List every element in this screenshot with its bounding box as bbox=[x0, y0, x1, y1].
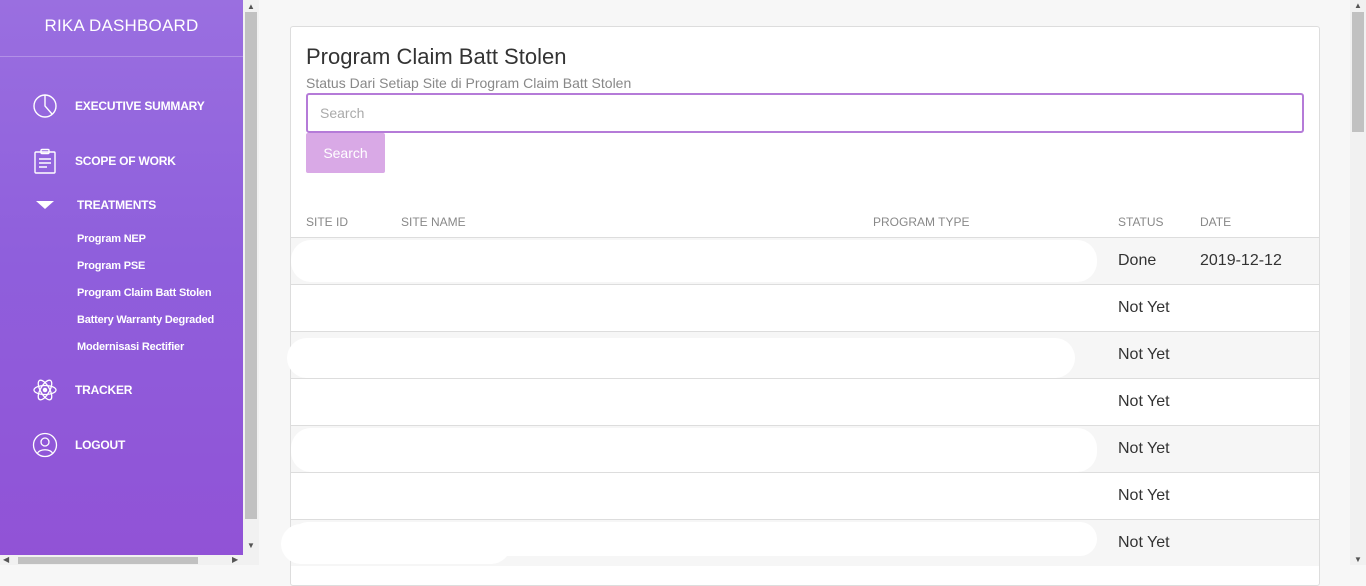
sidebar-horizontal-scrollbar[interactable]: ◀ ▶ bbox=[0, 555, 243, 565]
table-row[interactable]: Not Yet bbox=[291, 472, 1319, 519]
nav-label: TREATMENTS bbox=[77, 198, 157, 212]
nav-label: SCOPE OF WORK bbox=[75, 154, 176, 168]
scroll-right-arrow-icon[interactable]: ▶ bbox=[232, 555, 238, 564]
status-cell: Not Yet bbox=[1118, 393, 1170, 410]
sidebar: RIKA DASHBOARD EXECUTIVE SUMMARY SCOPE O… bbox=[0, 0, 243, 565]
redacted-area bbox=[287, 338, 1075, 378]
status-cell: Not Yet bbox=[1118, 299, 1170, 316]
nav-label: TRACKER bbox=[75, 383, 133, 397]
page-subtitle: Status Dari Setiap Site di Program Claim… bbox=[306, 75, 632, 91]
nav-treatments[interactable]: TREATMENTS bbox=[0, 192, 156, 218]
scrollbar-thumb[interactable] bbox=[18, 557, 198, 564]
clipboard-icon bbox=[32, 148, 58, 174]
subnav-battery-warranty-degraded[interactable]: Battery Warranty Degraded bbox=[77, 314, 214, 326]
column-header-date[interactable]: DATE bbox=[1200, 215, 1231, 229]
scroll-down-arrow-icon[interactable]: ▼ bbox=[1354, 555, 1362, 564]
redacted-area bbox=[291, 428, 1097, 472]
status-cell: Not Yet bbox=[1118, 534, 1170, 551]
table-row[interactable]: Not Yet bbox=[291, 378, 1319, 425]
table-row[interactable]: Not Yet bbox=[291, 425, 1319, 472]
subnav-program-pse[interactable]: Program PSE bbox=[77, 260, 145, 272]
table-row[interactable]: Not Yet bbox=[287, 331, 1319, 378]
status-cell: Not Yet bbox=[1118, 487, 1170, 504]
scroll-up-arrow-icon[interactable]: ▲ bbox=[247, 2, 255, 11]
pie-chart-icon bbox=[32, 93, 58, 119]
nav-label: LOGOUT bbox=[75, 438, 126, 452]
nav-label: EXECUTIVE SUMMARY bbox=[75, 99, 205, 113]
brand-title[interactable]: RIKA DASHBOARD bbox=[0, 0, 243, 57]
nav-logout[interactable]: LOGOUT bbox=[0, 432, 125, 458]
redacted-area bbox=[291, 240, 1097, 282]
caret-down-icon bbox=[32, 192, 58, 218]
table-row[interactable]: Not Yet bbox=[291, 284, 1319, 331]
page-vertical-scrollbar[interactable]: ▲ ▼ bbox=[1350, 0, 1366, 565]
scrollbar-thumb[interactable] bbox=[1352, 12, 1364, 132]
status-cell: Not Yet bbox=[1118, 346, 1170, 363]
sidebar-vertical-scrollbar[interactable]: ▲ ▼ bbox=[243, 0, 259, 565]
scroll-left-arrow-icon[interactable]: ◀ bbox=[3, 555, 9, 564]
search-input[interactable] bbox=[306, 93, 1304, 133]
user-icon bbox=[32, 432, 58, 458]
redacted-area bbox=[295, 295, 1077, 331]
scroll-up-arrow-icon[interactable]: ▲ bbox=[1354, 1, 1362, 10]
status-cell: Done bbox=[1118, 252, 1157, 269]
status-cell: Not Yet bbox=[1118, 440, 1170, 457]
date-cell: 2019-12-12 bbox=[1200, 252, 1282, 269]
column-header-program-type[interactable]: PROGRAM TYPE bbox=[873, 215, 969, 229]
atom-icon bbox=[32, 377, 58, 403]
table-row[interactable]: Not Yet bbox=[281, 519, 1319, 566]
nav-tracker[interactable]: TRACKER bbox=[0, 377, 132, 403]
nav-scope-of-work[interactable]: SCOPE OF WORK bbox=[0, 148, 176, 174]
column-header-site-name[interactable]: SITE NAME bbox=[401, 215, 466, 229]
subnav-program-claim-batt-stolen[interactable]: Program Claim Batt Stolen bbox=[77, 287, 212, 299]
main-card: Program Claim Batt Stolen Status Dari Se… bbox=[281, 26, 1320, 586]
page-title: Program Claim Batt Stolen bbox=[306, 44, 567, 69]
scroll-down-arrow-icon[interactable]: ▼ bbox=[247, 541, 255, 550]
table-row[interactable]: Done 2019-12-12 bbox=[291, 237, 1319, 284]
subnav-program-nep[interactable]: Program NEP bbox=[77, 233, 146, 245]
redacted-area bbox=[281, 524, 511, 564]
search-button[interactable]: Search bbox=[306, 133, 385, 173]
column-header-status[interactable]: STATUS bbox=[1118, 215, 1164, 229]
scrollbar-thumb[interactable] bbox=[245, 12, 257, 519]
column-header-site-id[interactable]: SITE ID bbox=[306, 215, 348, 229]
nav-executive-summary[interactable]: EXECUTIVE SUMMARY bbox=[0, 93, 205, 119]
subnav-modernisasi-rectifier[interactable]: Modernisasi Rectifier bbox=[77, 341, 184, 353]
